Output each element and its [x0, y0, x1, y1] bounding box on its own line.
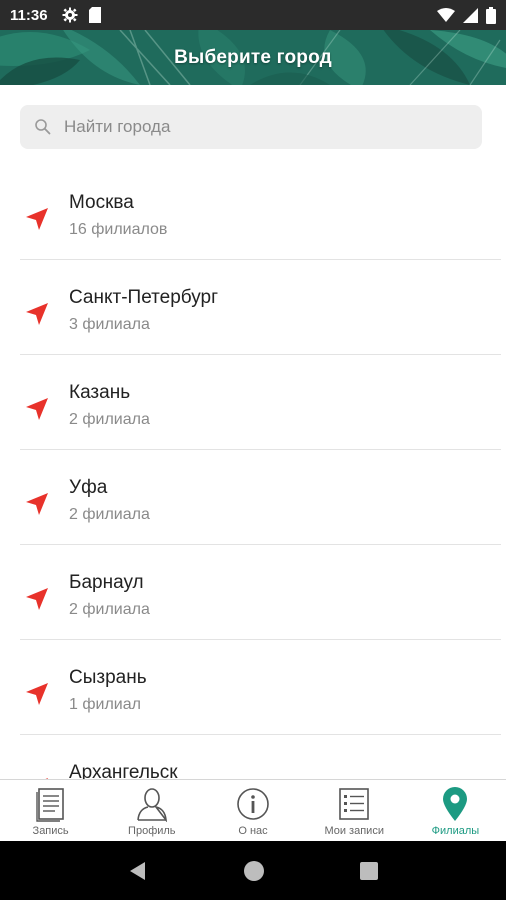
app-header: Выберите город	[0, 30, 506, 85]
location-arrow-icon	[26, 208, 48, 230]
home-icon[interactable]	[243, 860, 265, 882]
status-time: 11:36	[10, 6, 48, 24]
nav-tab-my-bookings[interactable]: Мои записи	[304, 780, 405, 841]
branch-count: 2 филиала	[69, 601, 150, 618]
page-title: Выберите город	[174, 46, 332, 68]
city-name: Казань	[69, 382, 131, 403]
nav-label: Профиль	[128, 825, 176, 837]
bottom-navigation: Запись Профиль О нас Мои записи Филиалы	[0, 779, 506, 841]
city-name: Барнаул	[69, 572, 144, 593]
city-name: Москва	[69, 192, 134, 213]
list-icon	[339, 788, 370, 820]
nav-tab-about[interactable]: О нас	[202, 780, 303, 841]
city-item-arkhangelsk[interactable]: Архангельск	[20, 735, 501, 779]
city-name: Санкт-Петербург	[69, 287, 219, 308]
nav-tab-booking[interactable]: Запись	[0, 780, 101, 841]
city-item-syzran[interactable]: Сызрань 1 филиал	[20, 640, 501, 735]
nav-tab-branches[interactable]: Филиалы	[405, 780, 506, 841]
city-name: Архангельск	[69, 762, 178, 779]
location-pin-icon	[443, 787, 468, 821]
signal-icon	[463, 7, 478, 23]
city-item-barnaul[interactable]: Барнаул 2 филиала	[20, 545, 501, 640]
branch-count: 2 филиала	[69, 411, 150, 428]
nav-tab-profile[interactable]: Профиль	[101, 780, 202, 841]
status-system-icons	[437, 6, 496, 24]
branch-count: 16 филиалов	[69, 221, 168, 238]
app-screen: 11:36 Выберите город Найти города Москва…	[0, 0, 506, 900]
nav-label: Запись	[32, 825, 69, 837]
recents-icon[interactable]	[359, 861, 379, 881]
nav-label: О нас	[238, 825, 268, 837]
location-arrow-icon	[26, 398, 48, 420]
battery-icon	[486, 6, 496, 24]
document-icon	[35, 788, 64, 822]
branch-count: 2 филиала	[69, 506, 150, 523]
status-notification-icons	[62, 7, 102, 23]
nav-label: Филиалы	[431, 825, 480, 837]
city-item-saint-petersburg[interactable]: Санкт-Петербург 3 филиала	[20, 260, 501, 355]
nav-label: Мои записи	[324, 825, 384, 837]
system-navigation-bar	[0, 841, 506, 900]
city-name: Уфа	[69, 477, 108, 498]
city-name: Сызрань	[69, 667, 147, 688]
city-list: Москва 16 филиалов Санкт-Петербург 3 фил…	[0, 165, 506, 779]
city-item-moscow[interactable]: Москва 16 филиалов	[20, 165, 501, 260]
location-arrow-icon	[26, 588, 48, 610]
search-icon	[35, 119, 51, 135]
branch-count: 1 филиал	[69, 696, 141, 713]
location-arrow-icon	[26, 493, 48, 515]
city-item-kazan[interactable]: Казань 2 филиала	[20, 355, 501, 450]
branch-count: 3 филиала	[69, 316, 150, 333]
person-icon	[137, 788, 167, 822]
sd-card-icon	[88, 7, 101, 23]
location-arrow-icon	[26, 303, 48, 325]
back-icon[interactable]	[127, 860, 149, 882]
location-arrow-icon	[26, 683, 48, 705]
wifi-icon	[437, 8, 455, 22]
status-bar: 11:36	[0, 0, 506, 30]
info-icon	[237, 788, 269, 820]
search-box[interactable]	[20, 105, 482, 149]
search-input[interactable]	[64, 117, 464, 137]
city-item-ufa[interactable]: Уфа 2 филиала	[20, 450, 501, 545]
settings-gear-icon	[62, 7, 78, 23]
